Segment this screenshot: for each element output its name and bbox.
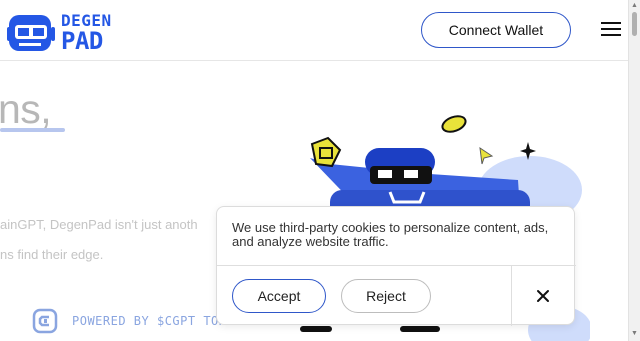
logo-line-2: PAD (61, 27, 103, 55)
scroll-down-arrow-icon[interactable]: ▼ (631, 330, 638, 337)
hero-heading: ns, (0, 86, 52, 132)
hero-description-line-2: ns find their edge. (0, 247, 104, 262)
cookie-divider (217, 265, 576, 266)
logo-wordmark: DEGEN PAD (61, 13, 112, 55)
hero-description-line-1: ainGPT, DegenPad isn't just anoth (0, 217, 198, 232)
hero-heading-underline (0, 128, 65, 132)
hero-description: ainGPT, DegenPad isn't just anoth ns fin… (0, 210, 230, 270)
degenpad-logo[interactable]: DEGEN PAD (7, 12, 137, 56)
site-header: DEGEN PAD Connect Wallet (0, 0, 628, 61)
cookie-vertical-divider (511, 265, 512, 326)
cookie-message: We use third-party cookies to personaliz… (232, 220, 549, 249)
close-icon[interactable] (533, 286, 553, 306)
scroll-up-arrow-icon[interactable]: ▲ (631, 2, 638, 9)
degenpad-logo-icon (7, 15, 55, 51)
scroll-thumb[interactable] (632, 12, 637, 36)
reject-cookies-button[interactable]: Reject (341, 279, 431, 313)
cookie-consent-banner: We use third-party cookies to personaliz… (216, 206, 576, 326)
vertical-scrollbar[interactable]: ▲ ▼ (628, 0, 640, 341)
hamburger-menu-icon[interactable] (601, 20, 621, 38)
connect-wallet-button[interactable]: Connect Wallet (421, 12, 571, 48)
accept-cookies-button[interactable]: Accept (232, 279, 326, 313)
powered-by-text: POWERED BY $CGPT TOKE (72, 314, 235, 328)
chaingpt-icon (32, 308, 58, 334)
